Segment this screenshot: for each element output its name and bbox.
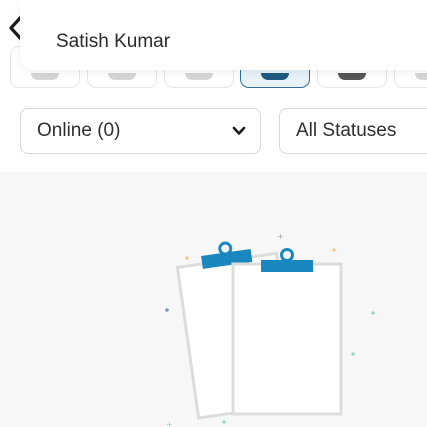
status-filter-select[interactable]: All Statuses [279, 108, 427, 154]
clipboards-icon: + + [165, 232, 375, 427]
svg-text:+: + [277, 232, 284, 241]
tab-1-icon [31, 73, 59, 80]
chevron-down-icon [232, 126, 246, 135]
header: Satish Kumar [20, 0, 427, 70]
svg-text:+: + [166, 420, 173, 427]
tab-5-icon [338, 73, 366, 80]
tab-3-icon [185, 73, 213, 80]
online-filter-value: Online (0) [37, 120, 121, 141]
content-area: + + [0, 172, 427, 427]
status-filter-value: All Statuses [296, 120, 397, 141]
tab-2-icon [108, 73, 136, 80]
filter-bar: Online (0) All Statuses [0, 90, 427, 172]
page-title: Satish Kumar [56, 31, 171, 52]
tab-4-icon [261, 73, 289, 80]
tab-6-icon [415, 73, 427, 80]
online-filter-select[interactable]: Online (0) [20, 108, 261, 154]
screen: Satish Kumar Online (0) All Statuses + + [0, 0, 427, 427]
